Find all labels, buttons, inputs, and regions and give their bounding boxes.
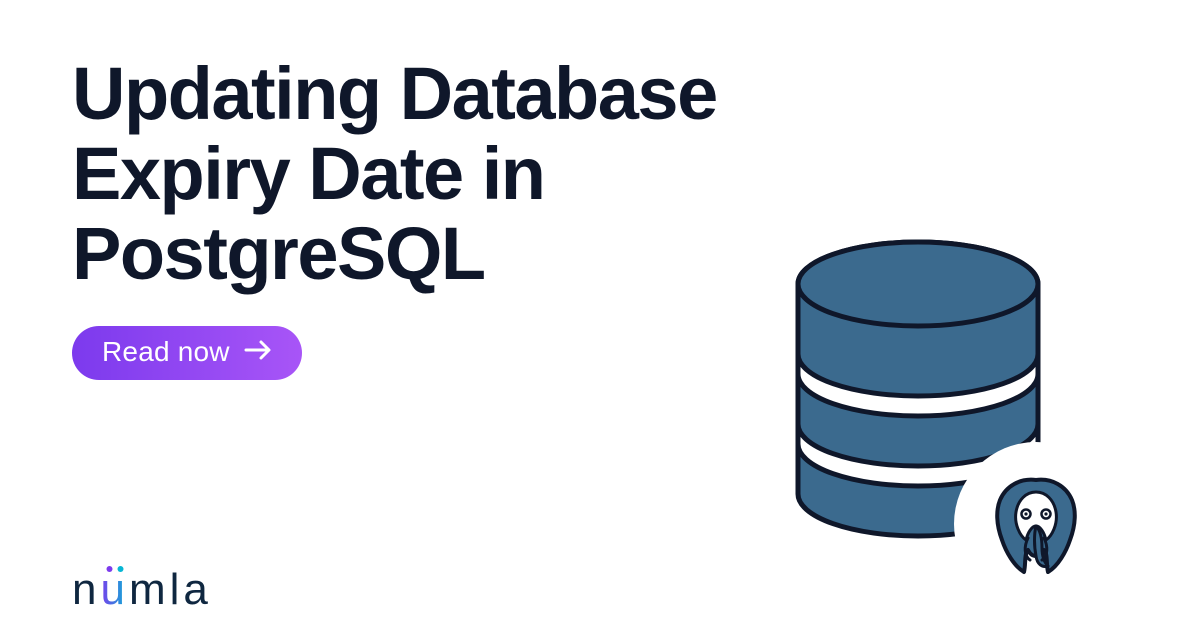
- read-now-button[interactable]: Read now: [72, 326, 302, 380]
- promo-card: Updating Database Expiry Date in Postgre…: [0, 0, 1200, 644]
- page-title: Updating Database Expiry Date in Postgre…: [72, 54, 852, 294]
- brand-logo: n u m l a: [72, 568, 212, 612]
- postgresql-elephant-icon: [997, 480, 1075, 572]
- brand-accent-dots: [106, 566, 123, 572]
- illustration: [748, 224, 1128, 604]
- arrow-right-icon: [244, 336, 272, 368]
- cta-label: Read now: [102, 336, 230, 368]
